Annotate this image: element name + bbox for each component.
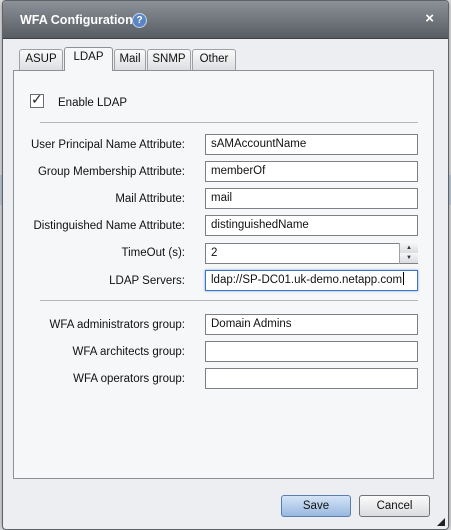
- admins-group-label: WFA administrators group:: [49, 319, 186, 331]
- tab-other[interactable]: Other: [192, 49, 236, 70]
- ldap-servers-value: ldap://SP-DC01.uk-demo.netapp.com: [211, 274, 403, 286]
- group-membership-label: Group Membership Attribute:: [37, 166, 185, 178]
- wfa-configuration-dialog: WFA Configuration ? × ASUP LDAP Mail SNM…: [2, 0, 449, 530]
- spin-down-icon[interactable]: ▼: [400, 253, 418, 263]
- distinguished-name-input[interactable]: distinguishedName: [205, 215, 418, 236]
- upn-attribute-label: User Principal Name Attribute:: [30, 139, 185, 151]
- save-button[interactable]: Save: [281, 495, 351, 517]
- tab-mail[interactable]: Mail: [114, 49, 146, 70]
- cancel-button[interactable]: Cancel: [359, 495, 430, 517]
- tab-ldap[interactable]: LDAP: [64, 47, 113, 71]
- mail-attribute-label: Mail Attribute:: [115, 193, 185, 205]
- tab-snmp[interactable]: SNMP: [147, 49, 191, 70]
- divider: [40, 122, 418, 123]
- architects-group-label: WFA architects group:: [72, 346, 186, 358]
- timeout-label: TimeOut (s):: [121, 247, 185, 259]
- ldap-servers-input[interactable]: ldap://SP-DC01.uk-demo.netapp.com: [205, 270, 418, 291]
- distinguished-name-label: Distinguished Name Attribute:: [33, 220, 186, 232]
- timeout-spinner: ▲ ▼: [399, 243, 418, 264]
- architects-group-input[interactable]: [205, 341, 418, 362]
- checkmark-icon: ✓: [31, 91, 43, 107]
- admins-group-input[interactable]: Domain Admins: [205, 314, 418, 335]
- ldap-servers-label: LDAP Servers:: [109, 275, 185, 287]
- upn-attribute-input[interactable]: sAMAccountName: [205, 134, 418, 155]
- resize-grip-icon[interactable]: [437, 518, 445, 526]
- divider: [40, 300, 418, 301]
- tab-asup[interactable]: ASUP: [19, 49, 63, 70]
- dialog-title: WFA Configuration: [20, 13, 133, 27]
- operators-group-input[interactable]: [205, 368, 418, 389]
- operators-group-label: WFA operators group:: [73, 373, 185, 385]
- dialog-titlebar: WFA Configuration ? ×: [3, 1, 448, 39]
- text-caret: [403, 272, 405, 285]
- group-membership-input[interactable]: memberOf: [205, 161, 418, 182]
- close-icon[interactable]: ×: [425, 11, 434, 27]
- mail-attribute-input[interactable]: mail: [205, 188, 418, 209]
- enable-ldap-checkbox[interactable]: ✓: [30, 91, 44, 108]
- spin-up-icon[interactable]: ▲: [400, 243, 418, 253]
- timeout-stepper[interactable]: 2: [205, 243, 418, 264]
- enable-ldap-label: Enable LDAP: [58, 97, 128, 109]
- help-icon[interactable]: ?: [132, 13, 147, 28]
